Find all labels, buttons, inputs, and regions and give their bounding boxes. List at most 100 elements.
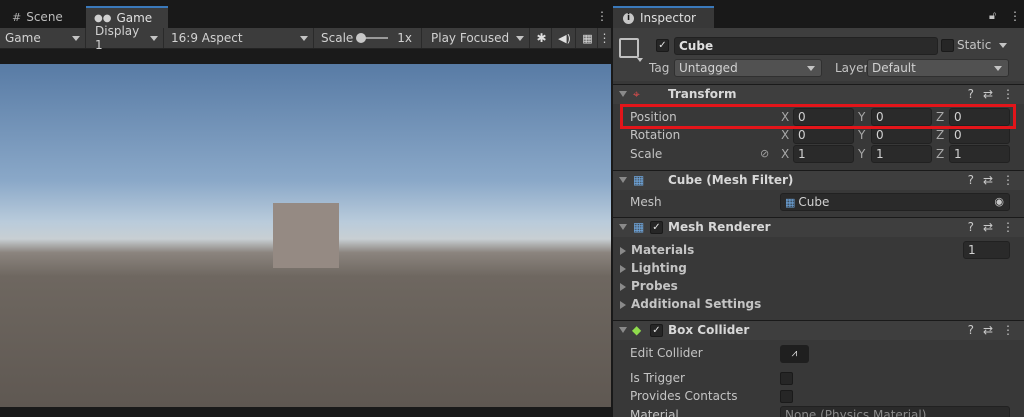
game-panel: # Scene ●● Game ⋮ Game Display 1 16:9 As…: [0, 0, 611, 417]
display-label: Display 1: [95, 24, 140, 52]
rotation-x-label: X: [781, 128, 790, 142]
box-collider-enabled-checkbox[interactable]: ✓: [650, 324, 663, 337]
scale-x-label: X: [781, 147, 790, 161]
active-checkbox[interactable]: ✓: [656, 39, 669, 52]
mesh-grid-icon: ▦: [633, 173, 645, 187]
more-options-icon[interactable]: ⋮: [1002, 87, 1014, 101]
box-collider-header[interactable]: ◆ ✓ Box Collider ? ⇄ ⋮: [613, 320, 1024, 340]
layer-value: Default: [872, 61, 916, 75]
scale-y-input[interactable]: 1: [871, 145, 932, 163]
chevron-down-icon: [994, 65, 1002, 71]
game-tabbar: # Scene ●● Game ⋮: [0, 0, 611, 28]
tab-scene[interactable]: # Scene: [4, 6, 76, 28]
chevron-down-icon: [72, 35, 80, 41]
chevron-down-icon: [516, 35, 524, 41]
fold-right-icon[interactable]: [620, 247, 626, 255]
play-mode-dropdown[interactable]: Play Focused: [426, 28, 530, 48]
chevron-down-icon: [150, 35, 158, 41]
lighting-label[interactable]: Lighting: [631, 261, 687, 275]
scale-slider[interactable]: Scale 1x: [316, 28, 422, 48]
more-options-icon[interactable]: ⋮: [1002, 220, 1014, 234]
additional-settings-label[interactable]: Additional Settings: [631, 297, 761, 311]
preset-icon[interactable]: ⇄: [983, 323, 993, 337]
probes-label[interactable]: Probes: [631, 279, 678, 293]
object-picker-icon[interactable]: ◉: [994, 195, 1004, 208]
mesh-renderer-enabled-checkbox[interactable]: ✓: [650, 221, 663, 234]
mesh-filter-header[interactable]: ▦ Cube (Mesh Filter) ? ⇄ ⋮: [613, 170, 1024, 190]
constrain-proportions-icon[interactable]: ⊘: [760, 147, 769, 160]
is-trigger-label: Is Trigger: [630, 371, 685, 385]
scale-x-input[interactable]: 1: [793, 145, 854, 163]
more-options-icon[interactable]: ⋮: [598, 28, 611, 48]
rotation-z-label: Z: [936, 128, 945, 142]
tab-inspector[interactable]: i Inspector: [613, 6, 714, 28]
is-trigger-checkbox[interactable]: [780, 372, 793, 385]
rotation-label: Rotation: [630, 128, 681, 142]
provides-contacts-label: Provides Contacts: [630, 389, 738, 403]
chevron-down-icon[interactable]: [999, 43, 1007, 48]
grid-icon: #: [12, 10, 22, 24]
chevron-down-icon[interactable]: [637, 58, 643, 62]
fold-down-icon[interactable]: [619, 91, 627, 97]
preset-icon[interactable]: ⇄: [983, 220, 993, 234]
provides-contacts-checkbox[interactable]: [780, 390, 793, 403]
scale-z-input[interactable]: 1: [949, 145, 1010, 163]
cube-icon: [619, 38, 639, 58]
aspect-dropdown[interactable]: 16:9 Aspect: [166, 28, 314, 48]
play-mode-label: Play Focused: [431, 31, 510, 45]
speaker-icon[interactable]: ◀): [554, 28, 576, 48]
edit-collider-button[interactable]: ⩘: [780, 345, 809, 363]
fold-right-icon[interactable]: [620, 283, 626, 291]
box-collider-title: Box Collider: [668, 323, 750, 337]
mesh-label: Mesh: [630, 195, 662, 209]
mesh-renderer-header[interactable]: ▦ ✓ Mesh Renderer ? ⇄ ⋮: [613, 217, 1024, 237]
physics-material-field[interactable]: None (Physics Material): [780, 406, 1010, 417]
aspect-label: 16:9 Aspect: [171, 31, 243, 45]
edit-collider-label: Edit Collider: [630, 346, 703, 360]
box-collider-icon: ◆: [632, 323, 642, 337]
mesh-filter-title: Cube (Mesh Filter): [668, 173, 794, 187]
display-dropdown[interactable]: Display 1: [90, 24, 164, 52]
bug-icon[interactable]: ✱: [532, 28, 552, 48]
materials-label[interactable]: Materials: [631, 243, 694, 257]
help-icon[interactable]: ?: [968, 87, 974, 101]
lock-icon[interactable]: 🔓︎: [989, 9, 996, 23]
mesh-object-field[interactable]: ▦ Cube ◉: [780, 193, 1010, 211]
materials-count-input[interactable]: 1: [963, 241, 1010, 259]
tab-scene-label: Scene: [26, 10, 63, 24]
layer-dropdown[interactable]: Default: [867, 59, 1009, 77]
object-name-input[interactable]: Cube: [674, 37, 938, 55]
preset-icon[interactable]: ⇄: [983, 87, 993, 101]
more-options-icon[interactable]: ⋮: [596, 9, 608, 23]
slider-track[interactable]: [356, 33, 389, 43]
transform-icon: ⌖: [633, 87, 640, 101]
mesh-value: Cube: [798, 195, 830, 209]
fold-down-icon[interactable]: [619, 224, 627, 230]
preset-icon[interactable]: ⇄: [983, 173, 993, 187]
game-viewport[interactable]: [0, 64, 611, 407]
static-label: Static: [957, 38, 992, 52]
fold-down-icon[interactable]: [619, 327, 627, 333]
more-options-icon[interactable]: ⋮: [1002, 173, 1014, 187]
fold-right-icon[interactable]: [620, 265, 626, 273]
cube-object: [273, 203, 339, 268]
material-label: Material: [630, 408, 679, 417]
stats-icon[interactable]: ▦: [578, 28, 598, 48]
help-icon[interactable]: ?: [968, 323, 974, 337]
fold-right-icon[interactable]: [620, 301, 626, 309]
help-icon[interactable]: ?: [968, 220, 974, 234]
fold-down-icon[interactable]: [619, 177, 627, 183]
transform-title: Transform: [668, 87, 737, 101]
game-mode-dropdown[interactable]: Game: [0, 28, 86, 48]
slider-handle[interactable]: [356, 33, 367, 43]
help-icon[interactable]: ?: [968, 173, 974, 187]
more-options-icon[interactable]: ⋮: [1009, 9, 1021, 23]
more-options-icon[interactable]: ⋮: [1002, 323, 1014, 337]
static-checkbox[interactable]: [941, 39, 954, 52]
mesh-grid-icon: ▦: [785, 195, 796, 209]
transform-header[interactable]: ⌖ Transform ? ⇄ ⋮: [613, 84, 1024, 104]
rotation-y-label: Y: [858, 128, 866, 142]
scale-label: Scale: [630, 147, 663, 161]
mesh-renderer-icon: ▦: [633, 220, 645, 234]
tag-dropdown[interactable]: Untagged: [674, 59, 822, 77]
